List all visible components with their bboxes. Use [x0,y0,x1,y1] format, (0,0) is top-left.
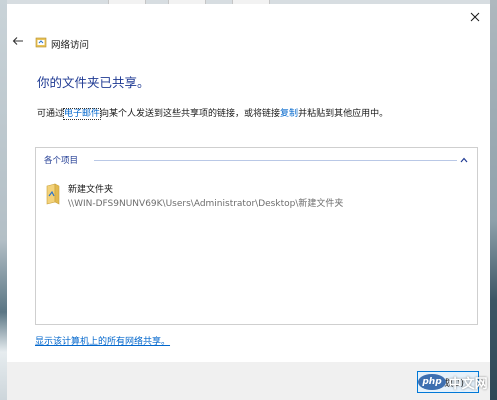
show-all-shares-link[interactable]: 显示该计算机上的所有网络共享。 [35,334,170,347]
description-text: 可通过 [37,109,65,119]
collapse-button[interactable] [459,155,469,165]
network-share-icon [35,37,47,48]
group-header[interactable]: 各个项目 [44,154,471,166]
watermark-logo: php 中文网 [413,368,493,396]
watermark-badge: php [418,374,446,390]
shared-folder-icon [46,183,60,205]
network-access-dialog: 网络访问 你的文件夹已共享。 可通过电子邮件向某个人发送到这些共享项的链接，或将… [7,4,490,400]
item-name: 新建文件夹 [68,185,114,195]
chevron-up-icon [460,157,468,163]
page-heading: 你的文件夹已共享。 [37,75,150,90]
close-button[interactable] [464,6,486,28]
description-text: 并粘贴到其他应用中。 [298,109,389,119]
watermark-text: 中文网 [448,376,488,392]
copy-link[interactable]: 复制 [280,109,298,119]
shared-items-list: 各个项目 新建文件夹 \\WIN-DFS9NUNV69K\Users\Admin… [35,147,478,325]
group-divider [94,160,457,161]
description-text: 向某个人发送到这些共享项的链接，或将链接 [100,109,281,119]
share-description: 可通过电子邮件向某个人发送到这些共享项的链接，或将链接复制并粘贴到其他应用中。 [37,106,389,120]
item-path: \\WIN-DFS9NUNV69K\Users\Administrator\De… [68,199,344,209]
desktop-background-left [0,0,7,400]
close-icon [470,12,480,22]
email-link[interactable]: 电子邮件 [63,108,102,120]
window-title: 网络访问 [51,40,90,51]
desktop-background-right [490,0,497,400]
back-button[interactable] [10,34,26,48]
list-item[interactable]: 新建文件夹 \\WIN-DFS9NUNV69K\Users\Administra… [46,181,466,213]
group-label: 各个项目 [44,154,83,166]
back-arrow-icon [12,37,23,45]
